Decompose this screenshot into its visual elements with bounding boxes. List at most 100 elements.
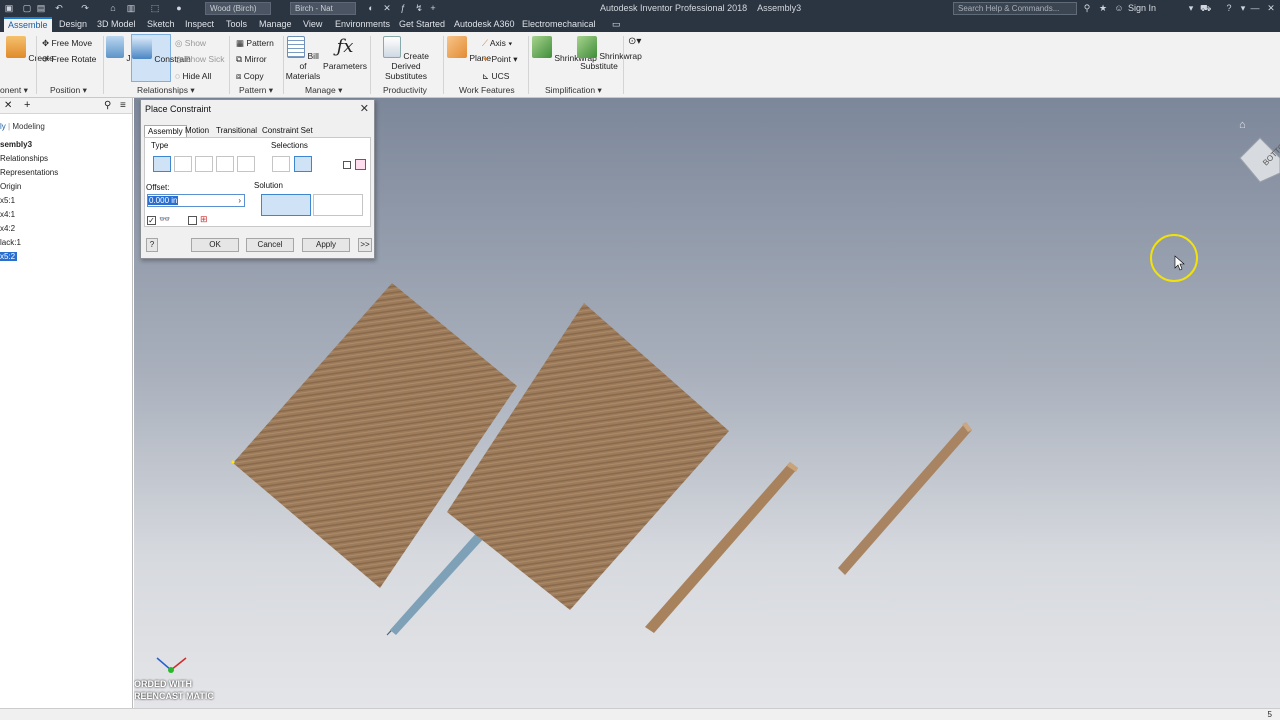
- add-icon[interactable]: +: [428, 3, 438, 13]
- cart-icon[interactable]: ⛟: [1200, 3, 1211, 13]
- mate-type-icon[interactable]: [153, 156, 171, 172]
- save-icon[interactable]: ▤: [36, 3, 46, 13]
- material-dropdown[interactable]: Wood (Birch): [205, 2, 271, 15]
- select-icon[interactable]: ⬚: [150, 3, 160, 13]
- solution-mate-button[interactable]: [261, 194, 311, 216]
- hide-all-button[interactable]: ◌ Hide All: [175, 71, 211, 81]
- expand-dialog-button[interactable]: >>: [358, 238, 372, 252]
- dialog-tab-transitional[interactable]: Transitional: [213, 125, 260, 137]
- bill-of-materials-button[interactable]: Bill of Materials: [285, 36, 321, 81]
- dialog-close-icon[interactable]: ✕: [360, 102, 369, 115]
- home-icon[interactable]: ⌂: [108, 3, 118, 13]
- help-search-input[interactable]: Search Help & Commands...: [953, 2, 1077, 15]
- tab-electromechanical[interactable]: Electromechanical: [518, 17, 600, 32]
- tab-sketch[interactable]: Sketch: [143, 17, 179, 32]
- dialog-tab-assembly[interactable]: Assembly: [144, 125, 187, 137]
- solution-flush-button[interactable]: [313, 194, 363, 216]
- star-icon[interactable]: ★: [1098, 3, 1108, 13]
- tree-item-representations[interactable]: Representations: [0, 168, 58, 177]
- show-preview-checkbox[interactable]: ✓: [147, 216, 156, 225]
- tab-manage[interactable]: Manage: [255, 17, 296, 32]
- binoculars-icon[interactable]: ⚲: [1082, 3, 1092, 13]
- tab-environments[interactable]: Environments: [331, 17, 394, 32]
- mirror-button[interactable]: ⧉ Mirror: [236, 54, 267, 64]
- tree-item-x4-1[interactable]: x4:1: [0, 210, 15, 219]
- appearance-dropdown[interactable]: Birch - Nat: [290, 2, 356, 15]
- tab-view[interactable]: View: [299, 17, 326, 32]
- selection-2-icon[interactable]: [294, 156, 312, 172]
- constrain-button[interactable]: Constrain: [131, 34, 191, 82]
- open-icon[interactable]: ▥: [126, 3, 136, 13]
- tree-item-x5-2-selected[interactable]: x5:2: [0, 252, 18, 261]
- free-rotate-button[interactable]: ⟳ Free Rotate: [42, 54, 96, 64]
- help-icon[interactable]: ?: [1224, 3, 1234, 13]
- dialog-tab-motion[interactable]: Motion: [182, 125, 212, 137]
- tab-assemble[interactable]: Assemble: [4, 17, 52, 32]
- update-icon[interactable]: ↯: [414, 3, 424, 13]
- view-home-icon[interactable]: ⌂: [1239, 119, 1246, 131]
- browser-tab-assembly[interactable]: ly | Modeling: [0, 122, 45, 131]
- browser-add-icon[interactable]: +: [24, 99, 30, 111]
- tree-item-relationships[interactable]: Relationships: [0, 154, 48, 163]
- wood-panel-right[interactable]: [447, 303, 729, 610]
- predict-offset-checkbox[interactable]: [188, 216, 197, 225]
- browser-menu-icon[interactable]: ≡: [120, 100, 126, 111]
- panel-options-icon[interactable]: ⊙▾: [628, 37, 641, 47]
- tab-get-started[interactable]: Get Started: [395, 17, 449, 32]
- joint-button[interactable]: Joint: [106, 36, 144, 63]
- dialog-help-icon[interactable]: ?: [146, 238, 158, 252]
- ucs-button[interactable]: ⊾ UCS: [482, 71, 509, 81]
- app-menu-icon[interactable]: ▣: [4, 3, 14, 13]
- group-label-pattern[interactable]: Pattern ▾: [239, 85, 273, 96]
- tab-design[interactable]: Design: [55, 17, 91, 32]
- viewcube[interactable]: BOTTOM: [1239, 137, 1280, 183]
- copy-button[interactable]: ⧈ Copy: [236, 71, 264, 81]
- adjust-icon[interactable]: ◐: [366, 3, 376, 13]
- tree-item-x5-1[interactable]: x5:1: [0, 196, 15, 205]
- close-window-icon[interactable]: ✕: [1266, 3, 1276, 13]
- tangent-type-icon[interactable]: [195, 156, 213, 172]
- panel-toggle-icon[interactable]: ▭: [612, 19, 621, 30]
- minimize-icon[interactable]: —: [1250, 3, 1260, 13]
- tab-tools[interactable]: Tools: [222, 17, 251, 32]
- clear-icon[interactable]: ✕: [382, 3, 392, 13]
- axis-button[interactable]: ⟋ Axis ▾: [482, 38, 512, 48]
- tab-a360[interactable]: Autodesk A360: [450, 17, 519, 32]
- group-label-simplification[interactable]: Simplification ▾: [545, 85, 602, 96]
- fx-icon[interactable]: ƒ: [398, 3, 408, 13]
- symmetry-type-icon[interactable]: [237, 156, 255, 172]
- group-label-position[interactable]: Position ▾: [50, 85, 87, 96]
- tab-3d-model[interactable]: 3D Model: [93, 17, 140, 32]
- tree-root[interactable]: sembly3: [0, 140, 32, 149]
- angle-type-icon[interactable]: [174, 156, 192, 172]
- selection-1-icon[interactable]: [272, 156, 290, 172]
- dialog-tab-constraint-set[interactable]: Constraint Set: [259, 125, 316, 137]
- tree-item-x4-2[interactable]: x4:2: [0, 224, 15, 233]
- shrinkwrap-substitute-button[interactable]: Shrinkwrap Substitute: [577, 36, 642, 71]
- undo-icon[interactable]: ↶: [54, 3, 64, 13]
- plane-button[interactable]: Plane: [447, 36, 491, 63]
- redo-icon[interactable]: ↷: [80, 3, 90, 13]
- sign-in-link[interactable]: Sign In: [1128, 3, 1156, 13]
- group-label-relationships[interactable]: Relationships ▾: [137, 85, 195, 96]
- apply-button[interactable]: Apply: [302, 238, 350, 252]
- browser-close-icon[interactable]: ✕: [4, 100, 12, 111]
- pattern-button[interactable]: ▦ Pattern: [236, 38, 274, 48]
- point-button[interactable]: ✦ Point ▾: [482, 54, 518, 64]
- shrinkwrap-button[interactable]: Shrinkwrap: [532, 36, 597, 63]
- wood-strip-right[interactable]: [838, 422, 972, 575]
- insert-type-icon[interactable]: [216, 156, 234, 172]
- create-button[interactable]: Create: [6, 36, 54, 63]
- pick-part-first-checkbox[interactable]: [343, 161, 351, 169]
- offset-input[interactable]: 0.000 in ›: [147, 194, 245, 207]
- parameters-button[interactable]: ƒx Parameters: [323, 36, 367, 71]
- color-icon[interactable]: ●: [174, 3, 184, 13]
- chevron-down-icon[interactable]: ▾: [1186, 3, 1196, 13]
- group-label-manage[interactable]: Manage ▾: [305, 85, 342, 96]
- ok-button[interactable]: OK: [191, 238, 239, 252]
- tree-item-origin[interactable]: Origin: [0, 182, 21, 191]
- tree-item-lack-1[interactable]: lack:1: [0, 238, 21, 247]
- browser-tab-modeling[interactable]: Modeling: [12, 122, 44, 131]
- cancel-button[interactable]: Cancel: [246, 238, 294, 252]
- tab-inspect[interactable]: Inspect: [181, 17, 218, 32]
